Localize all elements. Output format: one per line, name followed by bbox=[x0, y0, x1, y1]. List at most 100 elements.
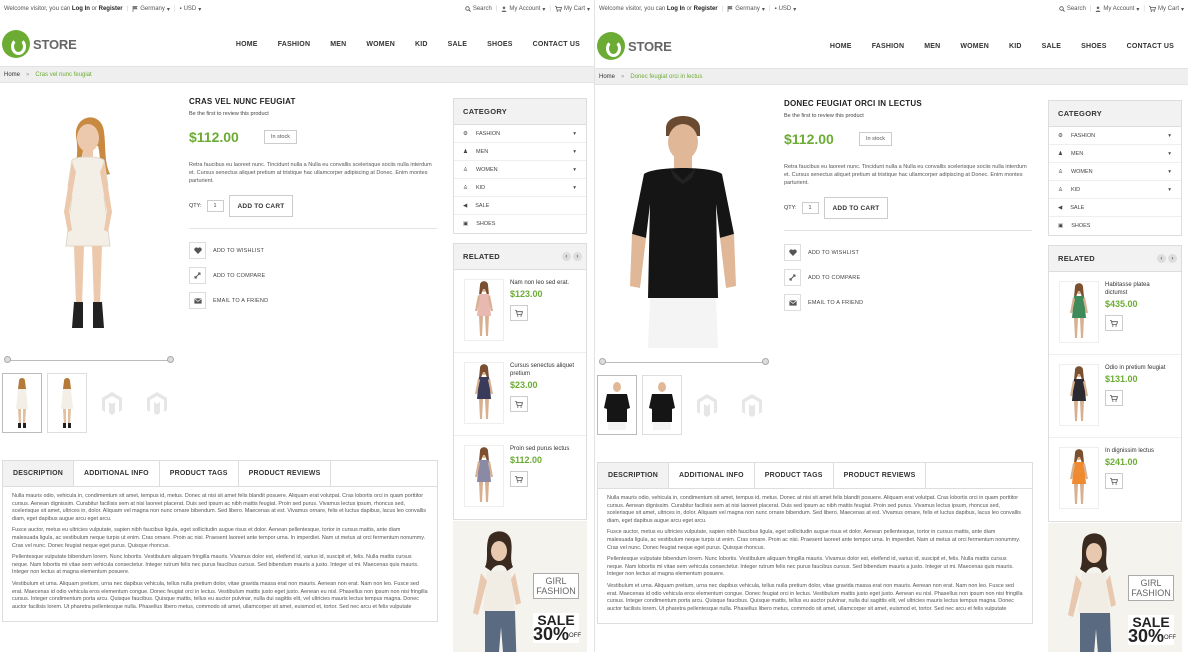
tab-product-tags[interactable]: PRODUCT TAGS bbox=[755, 463, 834, 488]
related-name[interactable]: Proin sed purus lectus bbox=[510, 445, 576, 453]
caret-down-icon[interactable]: ▾ bbox=[573, 131, 576, 137]
add-to-cart-button[interactable]: ADD TO CART bbox=[228, 195, 294, 217]
next-arrow-icon[interactable]: › bbox=[573, 252, 582, 261]
thumbnail-1[interactable] bbox=[597, 375, 637, 435]
currency-select[interactable]: ▪ USD ▾ bbox=[774, 6, 796, 13]
related-thumbnail[interactable] bbox=[464, 445, 504, 507]
slider-left-handle[interactable] bbox=[599, 358, 606, 365]
nav-men[interactable]: MEN bbox=[914, 43, 950, 50]
caret-down-icon[interactable]: ▾ bbox=[1168, 151, 1171, 157]
related-thumbnail[interactable] bbox=[1059, 447, 1099, 509]
category-item-women[interactable]: ♙ WOMEN ▾ bbox=[1049, 163, 1181, 181]
category-item-men[interactable]: ♟ MEN ▾ bbox=[1049, 145, 1181, 163]
search-link[interactable]: Search bbox=[1059, 6, 1086, 12]
nav-women[interactable]: WOMEN bbox=[356, 41, 405, 48]
caret-down-icon[interactable]: ▾ bbox=[1168, 169, 1171, 175]
login-link[interactable]: Log In bbox=[72, 6, 90, 12]
nav-sale[interactable]: SALE bbox=[1032, 43, 1071, 50]
related-name[interactable]: In dignissim lectus bbox=[1105, 447, 1171, 455]
nav-kid[interactable]: KID bbox=[999, 43, 1032, 50]
nav-fashion[interactable]: FASHION bbox=[862, 43, 915, 50]
related-name[interactable]: Habitasse platea dictumst bbox=[1105, 281, 1171, 297]
qty-input[interactable]: 1 bbox=[801, 202, 819, 214]
next-arrow-icon[interactable]: › bbox=[1168, 254, 1177, 263]
register-link[interactable]: Register bbox=[99, 6, 123, 12]
cart-menu[interactable]: My Cart ▾ bbox=[1148, 6, 1184, 13]
related-add-to-cart-button[interactable] bbox=[1105, 315, 1123, 331]
related-add-to-cart-button[interactable] bbox=[510, 471, 528, 487]
category-item-shoes[interactable]: ▣ SHOES bbox=[454, 215, 586, 233]
register-link[interactable]: Register bbox=[694, 6, 718, 12]
nav-contact[interactable]: CONTACT US bbox=[1117, 43, 1184, 50]
breadcrumb-home[interactable]: Home bbox=[4, 72, 20, 78]
caret-down-icon[interactable]: ▾ bbox=[1168, 133, 1171, 139]
tab-description[interactable]: DESCRIPTION bbox=[3, 461, 75, 486]
promo-banner[interactable]: GIRL FASHION SALE 30%OFF bbox=[1048, 523, 1182, 652]
tab-description[interactable]: DESCRIPTION bbox=[598, 463, 670, 488]
related-add-to-cart-button[interactable] bbox=[510, 305, 528, 321]
nav-shoes[interactable]: SHOES bbox=[477, 41, 523, 48]
image-zoom-slider[interactable] bbox=[4, 356, 174, 364]
category-item-fashion[interactable]: ⚙ FASHION ▾ bbox=[454, 125, 586, 143]
related-name[interactable]: Odio in pretium feugiat bbox=[1105, 364, 1171, 372]
main-product-image[interactable] bbox=[599, 100, 767, 348]
promo-banner[interactable]: GIRL FASHION SALE 30%OFF bbox=[453, 521, 587, 652]
thumbnail-placeholder-1[interactable] bbox=[92, 373, 132, 433]
add-to-wishlist-link[interactable]: ADD TO WISHLIST bbox=[784, 240, 1034, 265]
related-thumbnail[interactable] bbox=[464, 362, 504, 424]
account-menu[interactable]: My Account ▾ bbox=[501, 6, 545, 13]
nav-kid[interactable]: KID bbox=[405, 41, 438, 48]
related-name[interactable]: Nam non leo sed erat. bbox=[510, 279, 576, 287]
related-thumbnail[interactable] bbox=[1059, 281, 1099, 343]
slider-right-handle[interactable] bbox=[762, 358, 769, 365]
tab-product-reviews[interactable]: PRODUCT REVIEWS bbox=[239, 461, 332, 486]
related-item[interactable]: Cursus senectus aliquet pretium $23.00 bbox=[454, 353, 586, 436]
category-item-women[interactable]: ♙ WOMEN ▾ bbox=[454, 161, 586, 179]
nav-men[interactable]: MEN bbox=[320, 41, 356, 48]
caret-down-icon[interactable]: ▾ bbox=[573, 167, 576, 173]
store-logo[interactable]: STORE bbox=[597, 32, 672, 60]
tab-additional-info[interactable]: ADDITIONAL INFO bbox=[669, 463, 755, 488]
category-item-sale[interactable]: ◀ SALE bbox=[454, 197, 586, 215]
country-select[interactable]: Germany ▾ bbox=[727, 6, 765, 13]
qty-input[interactable]: 1 bbox=[206, 200, 224, 212]
thumbnail-placeholder-1[interactable] bbox=[687, 375, 727, 435]
thumbnail-placeholder-2[interactable] bbox=[137, 373, 177, 433]
tab-product-reviews[interactable]: PRODUCT REVIEWS bbox=[834, 463, 927, 488]
caret-down-icon[interactable]: ▾ bbox=[573, 149, 576, 155]
tab-product-tags[interactable]: PRODUCT TAGS bbox=[160, 461, 239, 486]
nav-home[interactable]: HOME bbox=[820, 43, 862, 50]
category-item-kid[interactable]: ♙ KID ▾ bbox=[1049, 181, 1181, 199]
category-item-sale[interactable]: ◀ SALE bbox=[1049, 199, 1181, 217]
slider-left-handle[interactable] bbox=[4, 356, 11, 363]
breadcrumb-home[interactable]: Home bbox=[599, 74, 615, 80]
related-name[interactable]: Cursus senectus aliquet pretium bbox=[510, 362, 576, 378]
currency-select[interactable]: ▪ USD ▾ bbox=[179, 6, 201, 13]
add-to-cart-button[interactable]: ADD TO CART bbox=[823, 197, 889, 219]
related-item[interactable]: Odio in pretium feugiat $131.00 bbox=[1049, 355, 1181, 438]
related-add-to-cart-button[interactable] bbox=[1105, 390, 1123, 406]
review-link[interactable]: Be the first to review this product bbox=[784, 113, 1034, 119]
thumbnail-2[interactable] bbox=[642, 375, 682, 435]
nav-women[interactable]: WOMEN bbox=[950, 43, 999, 50]
related-thumbnail[interactable] bbox=[1059, 364, 1099, 426]
tab-additional-info[interactable]: ADDITIONAL INFO bbox=[74, 461, 160, 486]
nav-home[interactable]: HOME bbox=[226, 41, 268, 48]
cart-menu[interactable]: My Cart ▾ bbox=[554, 6, 590, 13]
related-item[interactable]: In dignissim lectus $241.00 bbox=[1049, 438, 1181, 521]
related-item[interactable]: Nam non leo sed erat. $123.00 bbox=[454, 270, 586, 353]
thumbnail-1[interactable] bbox=[2, 373, 42, 433]
category-item-kid[interactable]: ♙ KID ▾ bbox=[454, 179, 586, 197]
add-to-compare-link[interactable]: ADD TO COMPARE bbox=[784, 265, 1034, 290]
prev-arrow-icon[interactable]: ‹ bbox=[562, 252, 571, 261]
nav-sale[interactable]: SALE bbox=[438, 41, 477, 48]
related-add-to-cart-button[interactable] bbox=[1105, 473, 1123, 489]
nav-fashion[interactable]: FASHION bbox=[268, 41, 321, 48]
prev-arrow-icon[interactable]: ‹ bbox=[1157, 254, 1166, 263]
category-item-men[interactable]: ♟ MEN ▾ bbox=[454, 143, 586, 161]
related-item[interactable]: Proin sed purus lectus $112.00 bbox=[454, 436, 586, 519]
email-friend-link[interactable]: EMAIL TO A FRIEND bbox=[189, 288, 439, 313]
add-to-compare-link[interactable]: ADD TO COMPARE bbox=[189, 263, 439, 288]
category-item-fashion[interactable]: ⚙ FASHION ▾ bbox=[1049, 127, 1181, 145]
review-link[interactable]: Be the first to review this product bbox=[189, 111, 439, 117]
